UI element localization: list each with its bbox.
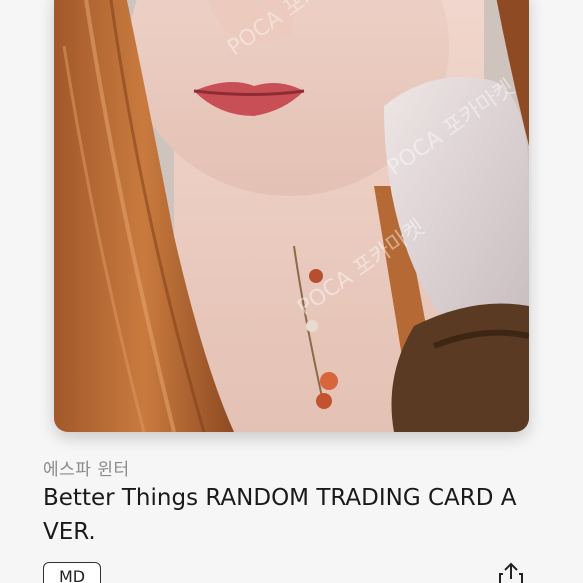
share-icon xyxy=(499,562,523,583)
artist-member-label: 에스파 윈터 xyxy=(43,460,130,480)
share-button[interactable] xyxy=(497,562,525,583)
product-detail-page: POCA 포카마켓 POCA 포카마켓 POCA 포카마켓 에스파 윈터 Bet… xyxy=(0,0,583,583)
photocard-image: POCA 포카마켓 POCA 포카마켓 POCA 포카마켓 xyxy=(54,0,529,432)
product-photo[interactable]: POCA 포카마켓 POCA 포카마켓 POCA 포카마켓 xyxy=(54,0,529,432)
category-badge: MD xyxy=(43,562,101,583)
product-title: Better Things RANDOM TRADING CARD A VER. xyxy=(43,485,517,545)
